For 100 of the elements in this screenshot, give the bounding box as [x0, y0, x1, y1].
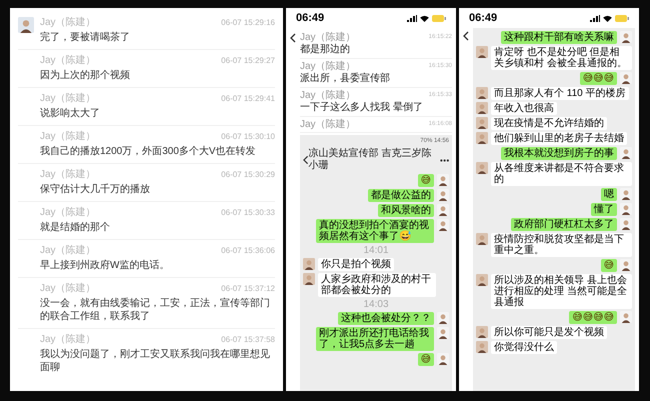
emoji-bubble: 😅	[600, 259, 617, 272]
emoji-bubble: 😅😅😅😅	[569, 311, 617, 324]
sender-name: Jay（陈建）	[40, 207, 96, 219]
back-icon[interactable]	[463, 31, 469, 41]
status-time: 06:49	[469, 10, 498, 26]
message-text: 就是结婚的那个	[40, 221, 111, 234]
sender-name: Jay（陈建）	[40, 245, 96, 257]
message-bubble: 年收入也很高	[491, 102, 557, 115]
message-bubble: 肯定呀 也不是处分吧 但是相关乡镇和村 会被全县通报的。	[491, 46, 632, 70]
wifi-icon	[603, 14, 612, 22]
avatar	[476, 274, 488, 286]
message-bubble: 你觉得没什么	[491, 341, 557, 354]
sender-name: Jay（陈建）	[300, 119, 356, 130]
sender-name: Jay（陈建）	[40, 334, 96, 346]
message-time: 14:03	[362, 299, 390, 310]
message-text: 派出所，县委宣传部	[300, 72, 391, 85]
message-time: 06-07 15:30:10	[221, 131, 275, 143]
avatar	[476, 117, 488, 129]
sender-name: Jay（陈建）	[40, 131, 96, 143]
avatar	[620, 259, 632, 271]
sender-name: Jay（陈建）	[40, 55, 96, 67]
avatar	[437, 353, 449, 365]
message-bubble: 所以涉及的相关领导 县上也会进行相应的处理 当然可能是全县通报	[491, 274, 632, 309]
message-time: 06-07 15:29:16	[221, 17, 275, 29]
message-time: 06-07 15:29:41	[221, 93, 275, 105]
message-bubble: 我根本就没想到房子的事	[501, 147, 617, 160]
avatar	[437, 189, 449, 201]
back-icon[interactable]	[290, 33, 296, 43]
message-bubble: 所以你可能只是发个视频	[491, 326, 607, 339]
message-text: 我以为没问题了，刚才工安又联系我问我在哪里想见面聊	[40, 348, 271, 374]
avatar	[476, 46, 488, 58]
message-text: 完了，要被请喝茶了	[40, 31, 131, 44]
message-bubble: 人家乡政府和涉及的村干部都会被处分的	[318, 273, 436, 297]
message-text: 我自己的播放1200万，外面300多个大V也在转发	[40, 145, 257, 158]
avatar	[620, 311, 632, 323]
sender-name: Jay（陈建）	[40, 93, 96, 105]
sender-name: Jay（陈建）	[40, 17, 96, 29]
more-icon[interactable]	[440, 158, 449, 162]
sender-name: Jay（陈建）	[40, 169, 96, 181]
message-bubble: 刚才派出所还打电话给我了，让我5点多去一趟	[316, 327, 434, 351]
avatar	[476, 233, 488, 245]
message-text: 保守估计大几千万的播放	[40, 183, 151, 196]
message-bubble: 疫情防控和脱贫攻坚都是当下重中之重。	[491, 233, 632, 257]
avatar	[437, 312, 449, 324]
sender-name: Jay（陈建）	[300, 90, 356, 101]
message-bubble: 和风景啥的	[378, 204, 434, 217]
avatar	[620, 218, 632, 230]
chat-title: 凉山美姑宣传部 吉克三岁陈小珊	[308, 148, 432, 172]
signal-icon	[590, 14, 600, 22]
sender-name: Jay（陈建）	[300, 61, 356, 72]
message-bubble: 现在疫情是不允许结婚的	[491, 117, 607, 130]
message-bubble: 这种也会被处分？？	[338, 312, 434, 325]
message-bubble: 懂了	[591, 203, 617, 216]
message-bubble: 政府部门硬杠杠太多了	[511, 218, 617, 231]
back-icon[interactable]	[303, 155, 309, 165]
message-time: 06-07 15:37:58	[221, 334, 275, 346]
message-text: 因为上次的那个视频	[40, 69, 131, 82]
avatar	[303, 273, 315, 285]
message-time: 06-07 15:30:29	[221, 169, 275, 181]
emoji-bubble: 😅	[418, 353, 434, 366]
avatar	[437, 219, 449, 231]
message-text: 说影响太大了	[40, 107, 101, 120]
avatar	[476, 341, 488, 353]
sender-name: Jay（陈建）	[40, 283, 96, 295]
avatar	[620, 147, 632, 159]
emoji-bubble: 😅😅😅	[580, 72, 617, 85]
message-text: 早上接到州政府W监的电话。	[40, 259, 170, 272]
avatar	[476, 326, 488, 338]
avatar	[620, 203, 632, 215]
avatar	[476, 102, 488, 114]
avatar	[476, 87, 488, 99]
avatar	[620, 31, 632, 43]
message-bubble: 嗯	[601, 188, 617, 201]
avatar	[437, 174, 449, 186]
avatar	[437, 204, 449, 216]
status-time: 06:49	[296, 10, 324, 26]
sender-name: Jay（陈建）	[300, 32, 356, 43]
message-text: 都是那边的	[300, 43, 351, 56]
message-bubble: 真的没想到拍个酒宴的视频居然有这个事了😅	[316, 219, 434, 243]
emoji-bubble: 😅	[418, 174, 434, 187]
message-bubble: 都是做公益的	[368, 189, 434, 202]
message-text: 没一会，就有由线委输记，工安，正法，宣传等部门的联合工作组，联系我了	[40, 297, 271, 323]
message-time: 14:01	[362, 245, 390, 256]
message-bubble: 你只是拍个视频	[318, 258, 394, 271]
message-time: 06-07 15:29:27	[221, 55, 275, 67]
message-time: 06-07 15:30:33	[221, 207, 275, 219]
message-time: 06-07 15:36:06	[221, 245, 275, 257]
avatar	[476, 162, 488, 174]
message-bubble: 这种跟村干部有啥关系嘛	[501, 31, 617, 44]
message-bubble: 而且那家人有个 110 平的楼房	[491, 87, 628, 100]
avatar	[476, 132, 488, 144]
message-time: 06-07 15:37:12	[221, 283, 275, 295]
avatar	[620, 188, 632, 200]
wifi-icon	[420, 14, 429, 22]
avatar	[303, 258, 315, 270]
avatar	[620, 72, 632, 84]
battery-icon	[615, 14, 629, 22]
signal-icon	[407, 14, 417, 22]
message-text: 一下子这么多人找我 晕倒了	[300, 101, 424, 114]
battery-icon	[432, 14, 446, 22]
